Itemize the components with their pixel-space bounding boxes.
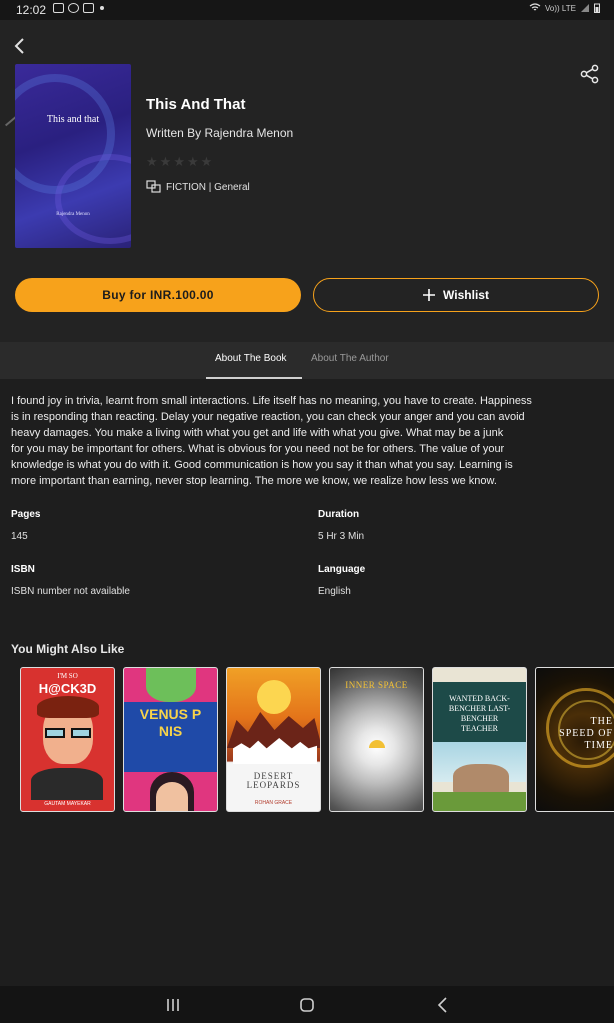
wishlist-label: Wishlist xyxy=(443,288,489,302)
plus-icon xyxy=(423,289,436,301)
recommended-book[interactable]: VENUS P NIS xyxy=(123,667,218,812)
description-line: heavy damages. You make a living with wh… xyxy=(11,427,504,439)
network-type-label: Vo)) LTE xyxy=(545,3,576,13)
recommendations-title: You Might Also Like xyxy=(11,642,125,656)
star-icon: ★ xyxy=(186,154,199,169)
buy-button[interactable]: Buy for INR.100.00 xyxy=(15,278,301,312)
book-cover: This and that Rajendra Menon xyxy=(15,64,131,248)
pages-value: 145 xyxy=(11,531,28,542)
description-line: I found joy in trivia, learnt from small… xyxy=(11,395,532,407)
status-time: 12:02 xyxy=(16,3,47,17)
pages-label: Pages xyxy=(11,509,41,520)
tab-about-the-author[interactable]: About The Author xyxy=(311,353,389,364)
duration-value: 5 Hr 3 Min xyxy=(318,531,365,542)
star-icon: ★ xyxy=(200,154,213,169)
rec-book-title: H@CK3D xyxy=(38,681,97,696)
recommendations-carousel[interactable]: I'M SO H@CK3D GAUTAM MAYEKAR VENUS P NIS… xyxy=(20,667,614,812)
star-icon: ★ xyxy=(173,154,185,169)
rec-book-title: WANTED BACK-BENCHER LAST-BENCHER TEACHER xyxy=(448,694,511,733)
language-value: English xyxy=(318,586,351,597)
recommended-book[interactable]: DESERT LEOPARDS ROHAN GRACE xyxy=(226,667,321,812)
genre-icon xyxy=(146,180,161,193)
rec-book-title: DESERT LEOPARDS xyxy=(246,771,301,790)
isbn-label: ISBN xyxy=(11,564,35,575)
gallery-notification-icon xyxy=(53,3,64,13)
isbn-value: ISBN number not available xyxy=(11,586,130,597)
language-label: Language xyxy=(318,564,366,575)
book-title: This And That xyxy=(146,96,246,113)
star-icon: ★ xyxy=(159,154,172,169)
recents-icon[interactable] xyxy=(162,994,184,1016)
recommended-book[interactable]: I'M SO H@CK3D GAUTAM MAYEKAR xyxy=(20,667,115,812)
description-line: is in responding than reacting. Delay yo… xyxy=(11,411,525,423)
battery-icon xyxy=(594,3,600,13)
cover-title: This and that xyxy=(46,114,100,125)
wifi-icon xyxy=(529,3,541,11)
rating-stars: ★ ★ ★ ★ ★ xyxy=(146,154,212,170)
home-icon[interactable] xyxy=(296,994,318,1016)
recommended-book[interactable]: THE SPEED OF TIME xyxy=(535,667,614,812)
rec-book-subtitle: I'M SO xyxy=(57,672,78,680)
description-line: for you may be important for others. Wha… xyxy=(11,443,505,455)
tab-about-the-book[interactable]: About The Book xyxy=(215,353,287,364)
share-icon[interactable] xyxy=(580,64,600,84)
wishlist-button[interactable]: Wishlist xyxy=(313,278,599,312)
rec-book-author: ROHAN GRACE xyxy=(254,800,293,806)
star-icon: ★ xyxy=(146,154,158,169)
back-arrow-icon[interactable] xyxy=(10,36,30,56)
recommended-book[interactable]: WANTED BACK-BENCHER LAST-BENCHER TEACHER xyxy=(432,667,527,812)
nav-back-icon[interactable] xyxy=(432,994,454,1016)
recommended-book[interactable]: INNER SPACE xyxy=(329,667,424,812)
genre-tag: FICTION | General xyxy=(146,180,250,194)
cover-author: Rajendra Menon xyxy=(56,212,90,217)
more-notifications-dot-icon xyxy=(100,6,104,10)
status-notification-icons xyxy=(53,3,104,13)
genre-label: FICTION | General xyxy=(166,181,250,193)
rec-book-title: THE SPEED OF TIME xyxy=(559,716,613,751)
book-author: Written By Rajendra Menon xyxy=(146,126,294,140)
signal-icon xyxy=(581,4,589,12)
rec-book-title: INNER SPACE xyxy=(345,680,408,690)
book-description: I found joy in trivia, learnt from small… xyxy=(11,393,601,489)
rec-book-title: VENUS P NIS xyxy=(139,706,202,739)
description-line: more important than earning, never stop … xyxy=(11,475,497,487)
status-bar: 12:02 Vo)) LTE xyxy=(0,0,614,20)
description-line: knowledge is what you do with it. Good c… xyxy=(11,459,513,471)
chrome-notification-icon xyxy=(68,3,79,13)
active-tab-indicator xyxy=(206,377,302,379)
status-system-icons: Vo)) LTE xyxy=(529,3,600,13)
system-navigation-bar xyxy=(0,986,614,1023)
rec-book-author: GAUTAM MAYEKAR xyxy=(44,801,91,807)
duration-label: Duration xyxy=(318,509,360,520)
tab-bar: About The Book About The Author xyxy=(0,342,614,379)
gmail-notification-icon xyxy=(83,3,94,13)
